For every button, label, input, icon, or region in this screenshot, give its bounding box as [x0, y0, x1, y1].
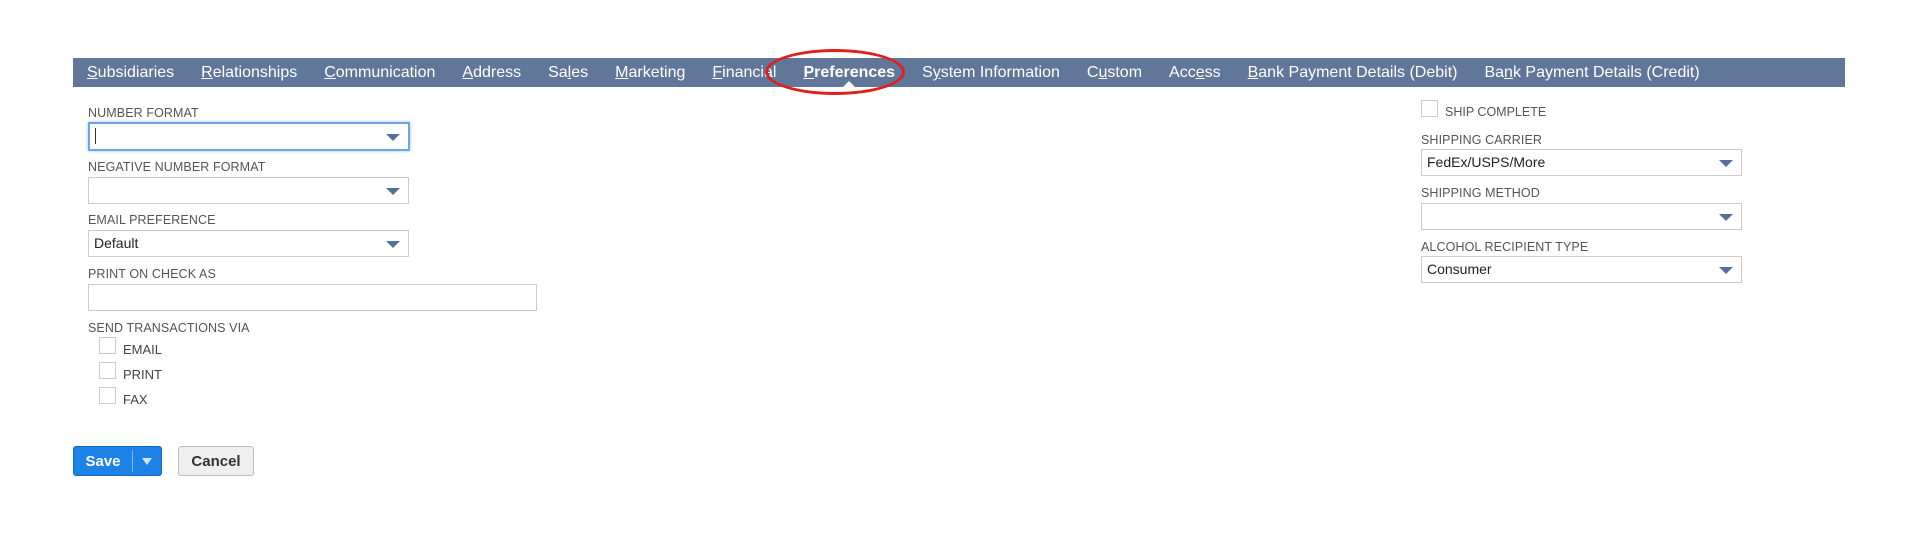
- negative-number-format-select[interactable]: [88, 177, 409, 204]
- negative-number-format-label: NEGATIVE NUMBER FORMAT: [88, 160, 266, 174]
- caret-down-icon[interactable]: [1719, 266, 1733, 274]
- shipping-method-label: SHIPPING METHOD: [1421, 186, 1540, 200]
- ship-complete-checkbox[interactable]: [1421, 100, 1438, 117]
- send-via-print-checkbox[interactable]: [99, 362, 116, 379]
- tab-financial[interactable]: Financial: [712, 58, 776, 87]
- subtab-bar: Subsidiaries Relationships Communication…: [73, 58, 1845, 87]
- alcohol-recipient-type-label: ALCOHOL RECIPIENT TYPE: [1421, 240, 1589, 254]
- tab-marketing[interactable]: Marketing: [615, 58, 685, 87]
- tab-communication[interactable]: Communication: [324, 58, 435, 87]
- text-cursor: [95, 128, 96, 145]
- save-button[interactable]: Save: [74, 447, 132, 475]
- ship-complete-label: SHIP COMPLETE: [1445, 105, 1547, 119]
- send-via-fax-checkbox[interactable]: [99, 387, 116, 404]
- send-via-email-checkbox[interactable]: [99, 337, 116, 354]
- tab-preferences[interactable]: Preferences: [803, 58, 895, 87]
- save-options-dropdown[interactable]: [133, 447, 161, 475]
- tab-access[interactable]: Access: [1169, 58, 1221, 87]
- tab-system-information[interactable]: System Information: [922, 58, 1060, 87]
- alcohol-recipient-type-select[interactable]: Consumer: [1421, 256, 1742, 283]
- tab-bank-payment-debit[interactable]: Bank Payment Details (Debit): [1248, 58, 1458, 87]
- send-via-print-label: PRINT: [123, 367, 162, 382]
- caret-down-icon[interactable]: [386, 187, 400, 195]
- tab-custom[interactable]: Custom: [1087, 58, 1142, 87]
- caret-down-icon[interactable]: [1719, 213, 1733, 221]
- print-on-check-as-input[interactable]: [88, 284, 537, 311]
- email-preference-select[interactable]: Default: [88, 230, 409, 257]
- shipping-carrier-select[interactable]: FedEx/USPS/More: [1421, 149, 1742, 176]
- tab-subsidiaries[interactable]: Subsidiaries: [87, 58, 174, 87]
- send-transactions-via-label: SEND TRANSACTIONS VIA: [88, 321, 250, 335]
- email-preference-label: EMAIL PREFERENCE: [88, 213, 216, 227]
- tab-address[interactable]: Address: [462, 58, 521, 87]
- shipping-method-select[interactable]: [1421, 203, 1742, 230]
- tab-relationships[interactable]: Relationships: [201, 58, 297, 87]
- shipping-carrier-label: SHIPPING CARRIER: [1421, 133, 1543, 147]
- caret-down-icon[interactable]: [1719, 159, 1733, 167]
- send-via-fax-label: FAX: [123, 392, 148, 407]
- cancel-button[interactable]: Cancel: [178, 446, 254, 476]
- number-format-label: NUMBER FORMAT: [88, 106, 199, 120]
- tab-sales[interactable]: Sales: [548, 58, 588, 87]
- tab-bank-payment-credit[interactable]: Bank Payment Details (Credit): [1484, 58, 1699, 87]
- save-split-button: Save: [73, 446, 162, 476]
- caret-down-icon: [142, 457, 152, 465]
- send-via-email-label: EMAIL: [123, 342, 163, 357]
- caret-down-icon[interactable]: [386, 133, 400, 141]
- number-format-select[interactable]: [88, 122, 410, 151]
- print-on-check-as-label: PRINT ON CHECK AS: [88, 267, 216, 281]
- caret-down-icon[interactable]: [386, 240, 400, 248]
